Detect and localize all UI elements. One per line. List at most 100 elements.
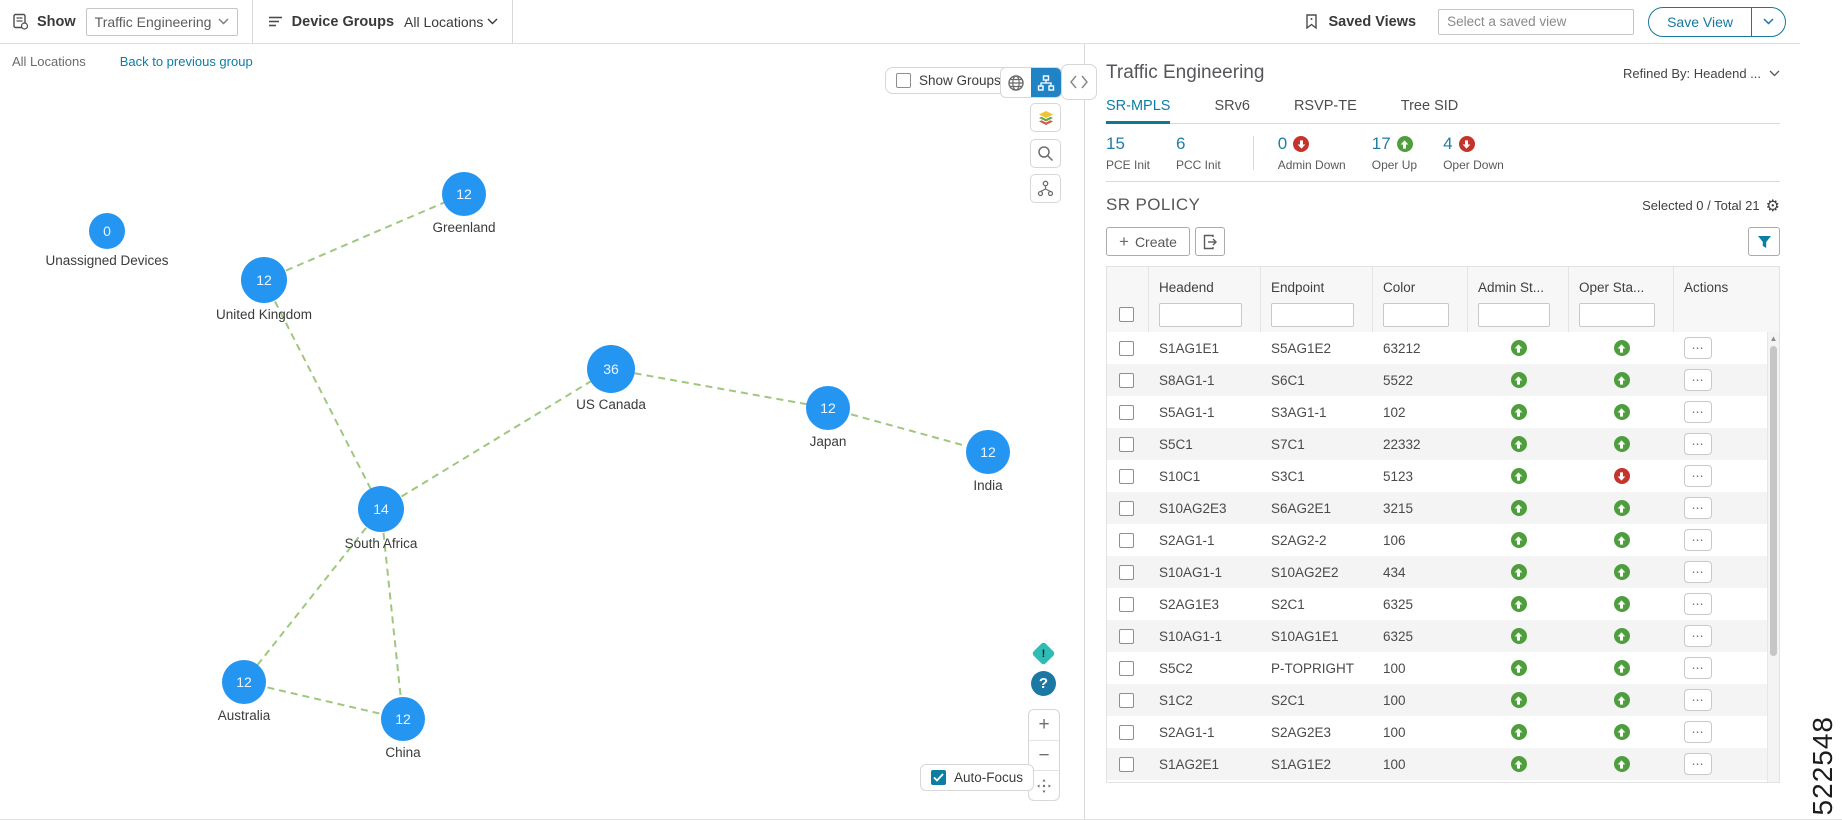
filter-input-endpoint[interactable] [1271, 302, 1354, 327]
table-row[interactable]: S8AG1-1 S6C1 5522 ⋯ [1107, 364, 1779, 396]
filter-input-color[interactable] [1383, 302, 1449, 327]
geo-map-view-button[interactable] [1001, 68, 1031, 97]
row-actions-button[interactable]: ⋯ [1684, 689, 1712, 711]
column-header-color[interactable]: Color [1373, 267, 1468, 297]
row-checkbox[interactable] [1119, 628, 1134, 644]
zoom-in-button[interactable]: + [1029, 710, 1059, 740]
table-row[interactable]: S10AG2E3 S6AG2E1 3215 ⋯ [1107, 492, 1779, 524]
map-node-united-kingdom[interactable]: 12 [241, 257, 287, 303]
row-actions-button[interactable]: ⋯ [1684, 657, 1712, 679]
save-view-menu-button[interactable] [1751, 7, 1785, 36]
table-row[interactable]: S5C2 P-TOPRIGHT 100 ⋯ [1107, 652, 1779, 684]
row-checkbox[interactable] [1119, 724, 1134, 740]
row-actions-button[interactable]: ⋯ [1684, 433, 1712, 455]
chevron-down-icon[interactable] [487, 18, 498, 25]
filter-input-headend[interactable] [1159, 302, 1242, 327]
column-header-actions[interactable]: Actions [1674, 267, 1769, 297]
show-select[interactable]: Traffic Engineering [85, 7, 238, 36]
table-row[interactable]: S1C2 S2C1 100 ⋯ [1107, 684, 1779, 716]
row-actions-button[interactable]: ⋯ [1684, 561, 1712, 583]
row-actions-button[interactable]: ⋯ [1684, 369, 1712, 391]
table-row[interactable]: S10AG1-1 S10AG1E1 6325 ⋯ [1107, 620, 1779, 652]
zoom-out-button[interactable]: − [1029, 740, 1059, 770]
tab-sr-mpls[interactable]: SR-MPLS [1106, 98, 1171, 124]
map-node-india[interactable]: 12 [966, 430, 1010, 474]
row-checkbox[interactable] [1119, 692, 1134, 708]
cell-color: 100 [1383, 724, 1406, 740]
table-row[interactable]: S5AG1-1 S3AG1-1 102 ⋯ [1107, 396, 1779, 428]
export-button[interactable] [1194, 227, 1225, 256]
row-checkbox[interactable] [1119, 596, 1134, 612]
row-checkbox[interactable] [1119, 756, 1134, 772]
table-row[interactable]: S10AG1-1 S10AG2E2 434 ⋯ [1107, 556, 1779, 588]
row-actions-button[interactable]: ⋯ [1684, 465, 1712, 487]
table-row[interactable]: S5C1 S7C1 22332 ⋯ [1107, 428, 1779, 460]
table-row[interactable]: S2AG1-1 S2AG2E3 100 ⋯ [1107, 716, 1779, 748]
table-row[interactable]: S1AG1E1 S5AG1E2 63212 ⋯ [1107, 332, 1779, 364]
map-hierarchy-button[interactable] [1030, 174, 1061, 203]
filter-input-oper-sta-[interactable] [1579, 302, 1655, 327]
row-checkbox[interactable] [1119, 436, 1134, 452]
auto-focus-checkbox[interactable] [931, 770, 946, 785]
table-row[interactable]: S2AG1E3 S2C1 6325 ⋯ [1107, 588, 1779, 620]
panel-collapse-handle[interactable] [1061, 64, 1097, 100]
show-groups-toggle[interactable]: Show Groups [885, 67, 1012, 94]
row-actions-button[interactable]: ⋯ [1684, 753, 1712, 775]
row-checkbox[interactable] [1119, 564, 1134, 580]
map-node-south-africa[interactable]: 14 [358, 486, 404, 532]
row-checkbox[interactable] [1119, 500, 1134, 516]
column-header-admin-st-[interactable]: Admin St... [1468, 267, 1569, 297]
topology-map[interactable]: 0 Unassigned Devices 12 Greenland 12 United K… [0, 44, 1097, 819]
table-row[interactable]: S1AG2E1 S1AG1E2 100 ⋯ [1107, 748, 1779, 780]
map-node-us-canada[interactable]: 36 [587, 345, 635, 393]
map-alert-icon[interactable]: ! [1031, 641, 1056, 666]
table-row[interactable]: S10C1 S3C1 5123 ⋯ [1107, 460, 1779, 492]
saved-view-input[interactable] [1438, 8, 1635, 35]
filter-input-admin-st-[interactable] [1478, 302, 1550, 327]
show-groups-checkbox[interactable] [896, 73, 911, 88]
row-actions-button[interactable]: ⋯ [1684, 625, 1712, 647]
column-header-headend[interactable]: Headend [1149, 267, 1261, 297]
row-checkbox[interactable] [1119, 372, 1134, 388]
map-node-japan[interactable]: 12 [806, 386, 850, 430]
row-actions-button[interactable]: ⋯ [1684, 721, 1712, 743]
row-actions-button[interactable]: ⋯ [1684, 529, 1712, 551]
map-layers-button[interactable] [1030, 103, 1061, 132]
layers-icon [1038, 110, 1053, 125]
save-view-button[interactable]: Save View [1648, 6, 1786, 37]
refined-by-dropdown[interactable]: Refined By: Headend ... [1623, 66, 1780, 81]
tab-rsvp-te[interactable]: RSVP-TE [1294, 98, 1357, 123]
tab-tree-sid[interactable]: Tree SID [1401, 98, 1458, 123]
map-node-china[interactable]: 12 [381, 697, 425, 741]
map-search-button[interactable] [1030, 139, 1061, 168]
map-node-australia[interactable]: 12 [222, 660, 266, 704]
filter-button[interactable] [1748, 227, 1780, 256]
row-checkbox[interactable] [1119, 340, 1134, 356]
map-node-unassigned[interactable]: 0 [89, 213, 125, 249]
row-actions-button[interactable]: ⋯ [1684, 593, 1712, 615]
row-checkbox[interactable] [1119, 404, 1134, 420]
table-row[interactable]: S2AG1-1 S2AG2-2 106 ⋯ [1107, 524, 1779, 556]
logical-map-view-button[interactable] [1031, 68, 1061, 97]
column-header-oper-sta-[interactable]: Oper Sta... [1569, 267, 1674, 297]
row-checkbox[interactable] [1119, 660, 1134, 676]
save-view-label[interactable]: Save View [1649, 8, 1751, 36]
device-groups-value[interactable]: All Locations [404, 14, 483, 30]
scrollbar-thumb[interactable] [1770, 346, 1777, 656]
row-checkbox[interactable] [1119, 468, 1134, 484]
help-button[interactable]: ? [1031, 671, 1056, 696]
tab-srv6[interactable]: SRv6 [1214, 98, 1249, 123]
auto-focus-toggle[interactable]: Auto-Focus [920, 764, 1035, 791]
row-actions-button[interactable]: ⋯ [1684, 337, 1712, 359]
back-to-previous-group-link[interactable]: Back to previous group [120, 54, 253, 69]
create-button[interactable]: + Create [1106, 227, 1190, 256]
column-header-endpoint[interactable]: Endpoint [1261, 267, 1373, 297]
scrollbar-up-arrow[interactable]: ▲ [1768, 334, 1779, 343]
select-all-checkbox[interactable] [1119, 307, 1134, 322]
row-actions-button[interactable]: ⋯ [1684, 401, 1712, 423]
row-checkbox[interactable] [1119, 532, 1134, 548]
map-node-greenland[interactable]: 12 [442, 172, 486, 216]
table-scrollbar[interactable]: ▲ [1767, 332, 1779, 782]
row-actions-button[interactable]: ⋯ [1684, 497, 1712, 519]
table-settings-gear-icon[interactable]: ⚙ [1766, 196, 1780, 215]
